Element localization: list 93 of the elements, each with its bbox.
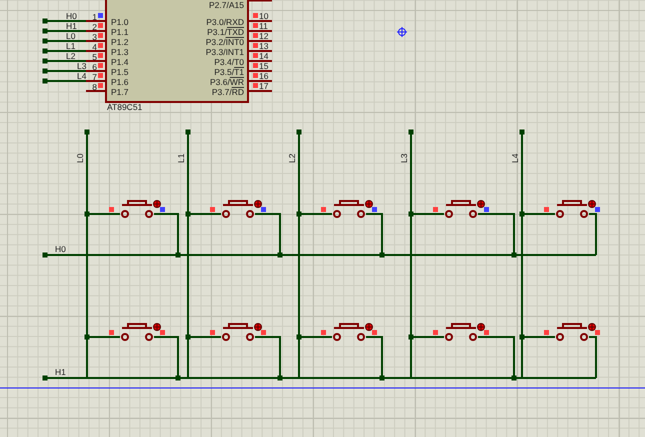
pin-line	[86, 30, 106, 32]
pin-line	[248, 40, 272, 42]
pin-label: P1.3	[111, 47, 128, 57]
pin-line	[86, 80, 106, 82]
pin-label: P1.0	[111, 17, 128, 27]
push-button-drawing	[556, 323, 588, 341]
pin-line	[248, 80, 272, 82]
push-button-drawing	[121, 200, 153, 218]
push-button-drawing	[121, 323, 153, 341]
pin-label: P3.2/INT0	[206, 37, 244, 47]
pin-number: 8	[92, 82, 97, 92]
net-label: L2	[287, 154, 297, 163]
pin-line	[248, 0, 272, 2]
pin-number: 14	[259, 51, 268, 61]
pin-number: 4	[92, 42, 97, 52]
pin-label: P2.7/A15	[209, 0, 244, 10]
wire	[45, 40, 86, 42]
pin-label: P3.6/WR	[210, 77, 244, 87]
pin-number: 11	[259, 21, 268, 31]
push-button-drawing	[333, 323, 365, 341]
push-button-drawing	[445, 200, 477, 218]
net-label: L4	[510, 154, 520, 163]
net-label: L4	[77, 71, 86, 81]
pin-label: P3.0/RXD	[206, 17, 244, 27]
pin-line	[248, 90, 272, 92]
pin-number: 17	[259, 81, 268, 91]
pin-line	[248, 70, 272, 72]
actuator-icon	[477, 323, 485, 331]
actuator-icon	[254, 323, 262, 331]
pin-line	[248, 50, 272, 52]
pin-line	[248, 30, 272, 32]
wire	[45, 60, 86, 62]
actuator-icon	[153, 200, 161, 208]
net-label: H1	[66, 21, 77, 31]
pin-label: P3.7/RD	[212, 87, 244, 97]
actuator-icon	[477, 200, 485, 208]
pin-number: 5	[92, 52, 97, 62]
pin-line	[86, 50, 106, 52]
pin-line	[248, 20, 272, 22]
pin-label: P3.3/INT1	[206, 47, 244, 57]
actuator-icon	[153, 323, 161, 331]
net-label: L0	[75, 154, 85, 163]
push-button-drawing	[222, 200, 254, 218]
net-label: L0	[66, 31, 76, 41]
pin-number: 13	[259, 41, 268, 51]
pin-label: P1.7	[111, 87, 128, 97]
net-label: H0	[55, 244, 66, 254]
pin-number: 1	[92, 12, 97, 22]
wire	[45, 80, 86, 82]
actuator-icon	[254, 200, 262, 208]
pin-line	[86, 70, 106, 72]
net-label: L2	[66, 51, 76, 61]
pin-label: P1.6	[111, 77, 128, 87]
push-button-drawing	[222, 323, 254, 341]
pin-number: 7	[92, 72, 97, 82]
pin-number: 15	[259, 61, 268, 71]
pin-label: P1.1	[111, 27, 128, 37]
pin-line	[248, 60, 272, 62]
wire	[45, 30, 86, 32]
net-label: L1	[176, 154, 186, 163]
pin-number: 10	[259, 11, 268, 21]
net-label: L1	[66, 41, 76, 51]
actuator-icon	[365, 323, 373, 331]
actuator-icon	[588, 200, 596, 208]
push-button-drawing	[445, 323, 477, 341]
actuator-icon	[588, 323, 596, 331]
pin-number: 16	[259, 71, 268, 81]
wire	[45, 20, 86, 22]
net-label: L3	[77, 61, 86, 71]
pin-line	[86, 40, 106, 42]
pin-number: 6	[92, 62, 97, 72]
net-label: L3	[399, 154, 409, 163]
net-label: H1	[55, 367, 66, 377]
pin-label: P1.2	[111, 37, 128, 47]
pin-label: P3.5/T1	[214, 67, 244, 77]
pin-label: P1.4	[111, 57, 128, 67]
wire	[45, 70, 86, 72]
push-button-drawing	[333, 200, 365, 218]
pin-line	[86, 90, 106, 92]
pin-number: 3	[92, 32, 97, 42]
pin-label: P3.4/T0	[214, 57, 244, 67]
push-button-drawing	[556, 200, 588, 218]
pin-number: 2	[92, 22, 97, 32]
pin-label: P1.5	[111, 67, 128, 77]
pin-line	[86, 20, 106, 22]
part-label: AT89C51	[107, 102, 142, 112]
pin-number: 12	[259, 31, 268, 41]
net-label: H0	[66, 11, 77, 21]
actuator-icon	[365, 200, 373, 208]
crosshair-icon	[396, 26, 408, 38]
pin-line	[86, 60, 106, 62]
pin-label: P3.1/TXD	[207, 27, 244, 37]
wire	[45, 50, 86, 52]
